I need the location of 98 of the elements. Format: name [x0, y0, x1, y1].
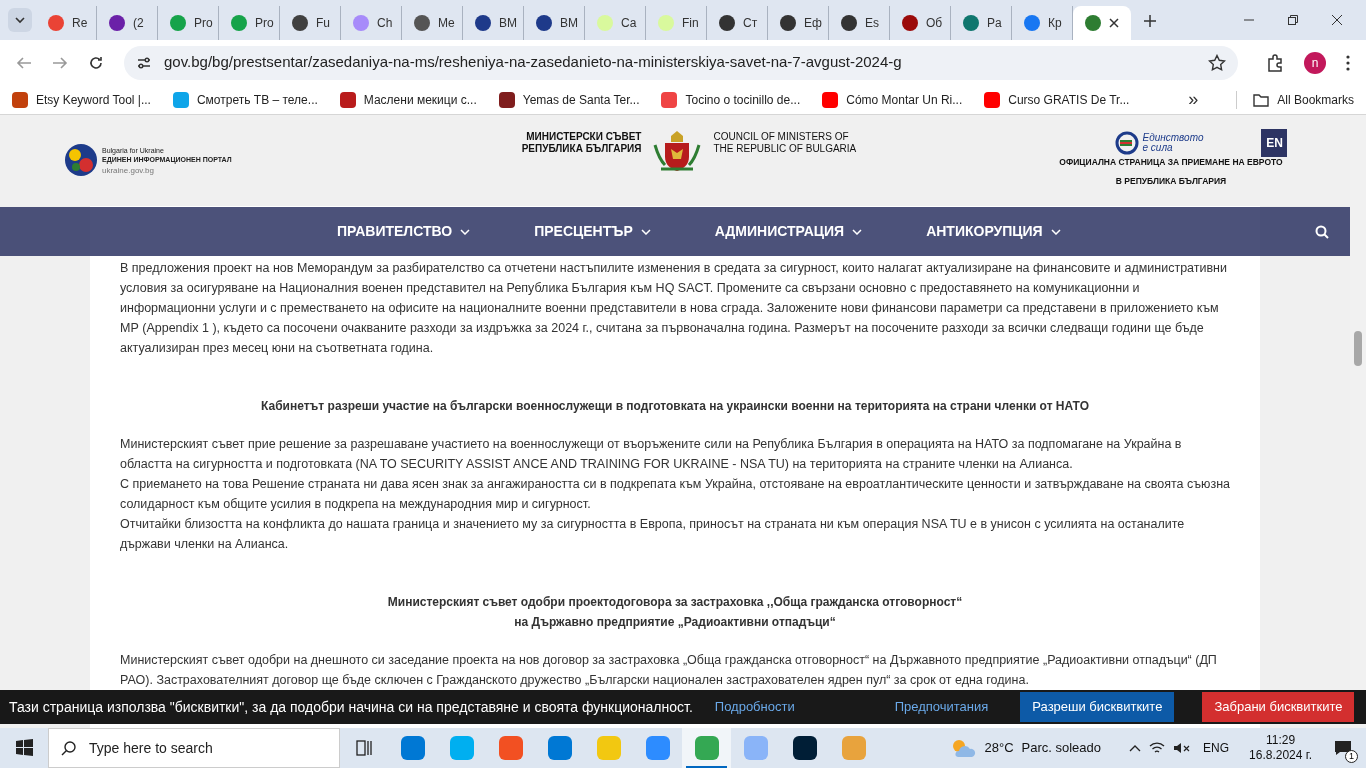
coat-of-arms-icon	[653, 129, 702, 173]
tab-title: Об	[926, 15, 943, 32]
chevron-down-icon	[460, 228, 471, 235]
chevron-down-icon	[640, 228, 651, 235]
chevron-down-icon	[1050, 228, 1061, 235]
speaker-muted-icon[interactable]	[1173, 741, 1191, 755]
weather-sun-cloud-icon	[950, 737, 977, 759]
bookmark[interactable]: Yemas de Santa Ter...	[498, 90, 640, 109]
chevron-up-icon[interactable]	[1129, 744, 1141, 752]
tab-list-caret-icon[interactable]	[8, 8, 32, 32]
allow-cookies-button[interactable]: Разреши бисквитките	[1020, 692, 1175, 722]
article-paragraph: Министерският съвет одобри на днешното си заседание проекта на нов договор за застраховка „Обща гражданска отговорност“ на Държавното предприятие „Радиоактивни отпадъци“ (ДП РАО). Застрахователният договор ще бъде сключен с Гражданското дружество „Български национален застрахователен ядрен пул“ за срок от една година.	[120, 652, 1218, 689]
council-name: РЕПУБЛИКА БЪЛГАРИЯ	[521, 143, 642, 155]
bookmark[interactable]: Curso GRATIS De Tr...	[984, 90, 1130, 109]
close-icon[interactable]	[1109, 18, 1119, 28]
more-bookmarks-button[interactable]: »	[1188, 86, 1199, 113]
tab-title: Fin	[682, 15, 699, 32]
weather-text: Parc. soleado	[1021, 739, 1101, 758]
new-tab-icon[interactable]	[1143, 14, 1157, 28]
section-heading: Кабинетът разреши участие на български военнослужещи в подготовката на украински военни на територията на страни членки от НАТО	[261, 398, 1089, 415]
bookmark[interactable]: Смотреть ТВ – теле...	[172, 90, 318, 109]
portal-logo-icon	[64, 143, 98, 177]
nav-menu-item[interactable]: АДМИНИСТРАЦИЯ	[714, 221, 863, 242]
tab-title: Me	[438, 15, 455, 32]
search-icon	[61, 740, 77, 756]
euro-slogan: Единството	[1142, 133, 1204, 143]
bookmark[interactable]: Tocino o tocinillo de...	[661, 90, 801, 109]
browser-tab[interactable]	[1073, 6, 1131, 40]
article-paragraph: В предложения проект на нов Меморандум за разбирателство са отчетени настъпилите изменения в средата за сигурност, които налагат актуализиране на финансовите и административни условия за осигуряване на Националния военен представител на Република България към HQ SACT. Промените са свързани основно с предоставянето на комуникационни и информационни услуги и с преместването на офисите на националните военни представители в нова сграда. Заложените нови финансови параметри са представени в приложението към МР (Appendix 1 ), където са посочени очакваните разходи за издръжка за 2024 г., считана за първоначална година. Размерът на посочените разходи за всички следващи години ще бъде актуализиран през месец юни на съответната година.	[120, 260, 1228, 357]
euro-slogan: е сила	[1142, 143, 1174, 153]
council-name: THE REPUBLIC OF BULGARIA	[713, 143, 857, 155]
section-heading: Министерският съвет одобри проектодоговора за застраховка ,,Обща гражданска отговорност“	[387, 594, 963, 611]
euro-caption: ОФИЦИАЛНА СТРАНИЦА ЗА ПРИЕМАНЕ НА ЕВРОТО В РЕПУБЛИКА БЪЛГАРИЯ	[1058, 156, 1284, 188]
clock-date: 16.8.2024 г.	[1249, 748, 1312, 763]
deny-cookies-button[interactable]: Забрани бисквитките	[1202, 692, 1355, 722]
nav-menu-item[interactable]: ПРАВИТЕЛСТВО	[337, 221, 471, 242]
tab-title: (2	[133, 15, 144, 32]
preferences-link[interactable]: Предпочитания	[894, 697, 989, 717]
bookmark-label: Смотреть ТВ – теле...	[196, 91, 318, 109]
bookmark-label: Yemas de Santa Ter...	[522, 91, 640, 109]
weather-temperature: 28°C	[984, 739, 1014, 758]
tab-title: BM	[560, 15, 578, 32]
clock[interactable]: 11:29 16.8.2024 г.	[1249, 733, 1312, 763]
section-heading: на Държавно предприятие „Радиоактивни отпадъци“	[514, 614, 836, 631]
folder-icon	[1253, 92, 1270, 107]
star-icon[interactable]	[1208, 53, 1226, 72]
nav-menu-item[interactable]: ПРЕСЦЕНТЪР	[534, 221, 651, 242]
tab-title: Кр	[1048, 15, 1062, 32]
euro-logo-icon	[1114, 131, 1139, 155]
cookie-message: Тази страница използва "бисквитки", за да подобри начина си на представяне и своята функционалност.	[9, 697, 693, 717]
back-icon[interactable]	[16, 54, 32, 71]
tab-title: Pro	[194, 15, 213, 32]
scrollbar-thumb[interactable]	[1354, 331, 1362, 366]
more-menu-icon[interactable]	[1346, 54, 1350, 71]
council-name: МИНИСТЕРСКИ СЪВЕТ	[526, 131, 642, 143]
chevron-down-icon	[852, 228, 863, 235]
tab-title: Es	[865, 15, 879, 32]
notification-button[interactable]: 1	[1328, 733, 1358, 763]
bookmark-label: Tocino o tocinillo de...	[685, 91, 801, 109]
extensions-icon[interactable]	[1266, 53, 1284, 72]
url-text: gov.bg/bg/prestsentar/zasedaniya-na-ms/resheniya-na-zasedanieto-na-ministerskiya-savet-na-7-avgust-2024-g	[164, 52, 902, 73]
tab-title: BM	[499, 15, 517, 32]
details-link[interactable]: Подробности	[714, 697, 795, 717]
taskbar-search-field[interactable]: Type here to search	[48, 728, 340, 768]
tab-title: Pa	[987, 15, 1002, 32]
clock-time: 11:29	[1265, 733, 1296, 748]
address-bar[interactable]: gov.bg/bg/prestsentar/zasedaniya-na-ms/resheniya-na-zasedanieto-na-ministerskiya-savet-na-7-avgust-2024-g	[124, 45, 1238, 80]
language-button[interactable]: EN	[1261, 129, 1288, 157]
tab-title: Ch	[377, 15, 393, 32]
forward-icon[interactable]	[52, 54, 68, 71]
bookmark[interactable]: Cómo Montar Un Ri...	[822, 90, 963, 109]
tab-title: Еф	[804, 15, 822, 32]
notification-count: 1	[1345, 750, 1358, 763]
bookmark-label: Cómo Montar Un Ri...	[846, 91, 963, 109]
close-icon[interactable]	[1332, 15, 1342, 25]
council-name: COUNCIL OF MINISTERS OF	[713, 131, 850, 143]
bookmark-label: Маслени мекици с...	[363, 91, 477, 109]
search-icon[interactable]	[1315, 224, 1329, 239]
article-paragraph: С приемането на това Решение страната ни дава ясен знак за ангажираността си в подкрепата към Украйна, отстояване на евроатлантическите ценности и затвърждаване на своята съюзна солидарност към общите усилия в подкрепа на международния мир и сигурност.	[120, 476, 1230, 513]
bookmark-label: Curso GRATIS De Tr...	[1008, 91, 1130, 109]
nav-menu-item[interactable]: АНТИКОРУПЦИЯ	[926, 221, 1061, 242]
all-bookmarks-button[interactable]: All Bookmarks	[1236, 90, 1354, 109]
tab-title: Pro	[255, 15, 274, 32]
tab-title: Fu	[316, 15, 330, 32]
tab-title: Ca	[621, 15, 637, 32]
article-paragraph: Отчитайки близостта на конфликта до нашата граница и значението му за сигурността в Европа, приносът на страната ни към операция NSA TU е в унисон с усилията на останалите държави членки на Алианса.	[120, 516, 1186, 553]
bookmark[interactable]: Etsy Keyword Tool |...	[12, 90, 151, 109]
restore-icon[interactable]	[1288, 15, 1298, 25]
tab-title: Ст	[743, 15, 758, 32]
reload-icon[interactable]	[88, 54, 104, 71]
bookmark[interactable]: Маслени мекици с...	[339, 90, 477, 109]
logo-url: ukraine.gov.bg	[102, 165, 155, 175]
bookmark-label: Etsy Keyword Tool |...	[36, 91, 151, 109]
wifi-icon[interactable]	[1149, 741, 1165, 755]
article-paragraph: Министерският съвет прие решение за разрешаване участието на военнослужещи от въоръжените сили на Република България в операцията на НАТО за подпомагане на Украйна в областта на сигурността и подготовката (NA TO SECURITY ASSIST ANCE AND TRAINING FOR UKRAINE - NSA TU) на територията на страните членки на Алианса.	[120, 436, 1183, 473]
tab-title: Re	[72, 15, 88, 32]
input-language[interactable]: ENG	[1203, 739, 1230, 757]
profile-avatar[interactable]: n	[1304, 51, 1326, 74]
